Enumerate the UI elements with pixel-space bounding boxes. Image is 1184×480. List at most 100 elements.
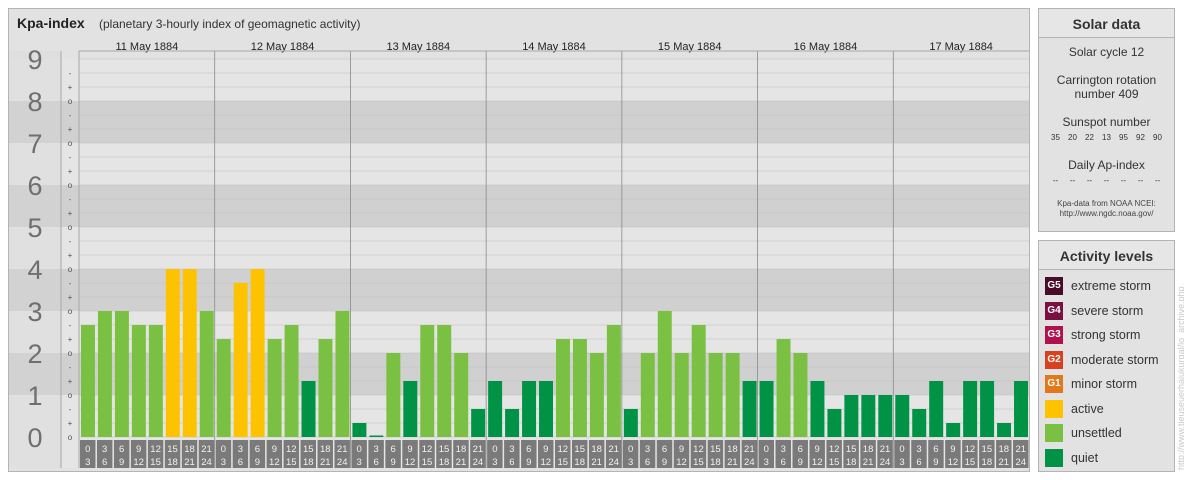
kp-bar	[725, 353, 740, 437]
interval-start-label: 18	[863, 444, 874, 455]
interval-end-label: 15	[422, 457, 433, 468]
interval-start-label: 6	[390, 444, 395, 455]
ap-value: --	[1086, 176, 1093, 185]
kp-bar	[81, 324, 95, 437]
activity-levels-title: Activity levels	[1039, 241, 1174, 270]
interval-start-label: 18	[999, 444, 1010, 455]
kp-bar	[623, 408, 638, 437]
kp-bar	[589, 353, 604, 437]
y-sub-label: +	[68, 419, 73, 428]
interval-end-label: 24	[1015, 457, 1026, 468]
y-sub-label: -	[69, 195, 72, 204]
kp-bar	[844, 395, 859, 437]
y-sub-label: -	[69, 69, 72, 78]
interval-end-label: 18	[710, 457, 721, 468]
legend-label: moderate storm	[1071, 352, 1159, 367]
y-tick-label: 0	[27, 423, 42, 453]
kp-bar	[505, 408, 520, 437]
daily-ap-title: Daily Ap-index	[1068, 158, 1145, 172]
legend-item-severe-storm: G4 severe storm	[1045, 301, 1143, 321]
data-source-url[interactable]: http://www.ngdc.noaa.gov/	[1039, 209, 1174, 219]
interval-start-label: 15	[574, 444, 585, 455]
kp-bar	[335, 311, 350, 437]
ap-value: --	[1069, 176, 1076, 185]
interval-end-label: 18	[439, 457, 450, 468]
interval-start-label: 18	[320, 444, 331, 455]
kp-bar	[131, 324, 146, 437]
kp-bar	[386, 353, 401, 437]
interval-end-label: 6	[509, 457, 514, 468]
kp-bar	[267, 339, 282, 437]
interval-start-label: 12	[422, 444, 433, 455]
kp-bar	[233, 282, 248, 437]
y-tick-label: 6	[27, 171, 42, 201]
data-source-label: Kpa-data from NOAA NCEI:	[1057, 199, 1156, 208]
y-sub-label: -	[69, 237, 72, 246]
interval-end-label: 12	[676, 457, 687, 468]
kp-bar	[437, 324, 452, 437]
interval-start-label: 12	[829, 444, 840, 455]
legend-item-active: active	[1045, 399, 1104, 419]
y-sub-label: o	[68, 223, 73, 232]
interval-end-label: 6	[373, 457, 378, 468]
kp-bar	[471, 408, 486, 437]
interval-start-label: 0	[628, 444, 633, 455]
interval-end-label: 24	[201, 457, 212, 468]
legend-label: active	[1071, 401, 1104, 416]
interval-start-label: 6	[526, 444, 531, 455]
kp-bar	[963, 381, 978, 437]
ap-value: --	[1103, 176, 1110, 185]
y-tick-label: 4	[27, 255, 42, 285]
sunspot-value: 92	[1136, 133, 1145, 142]
kp-bar	[403, 381, 418, 437]
kp-bar	[810, 381, 825, 437]
interval-start-label: 3	[373, 444, 378, 455]
carrington-rotation-label: Carrington rotation	[1056, 73, 1157, 87]
y-sub-label: -	[69, 279, 72, 288]
interval-end-label: 6	[781, 457, 786, 468]
kp-bar	[997, 423, 1012, 437]
interval-start-label: 9	[815, 444, 820, 455]
interval-start-label: 18	[591, 444, 602, 455]
interval-start-label: 3	[238, 444, 243, 455]
interval-end-label: 3	[492, 457, 497, 468]
legend-swatch: G2	[1045, 350, 1063, 369]
interval-end-label: 3	[628, 457, 633, 468]
interval-start-label: 9	[950, 444, 955, 455]
kp-bar	[946, 423, 961, 437]
legend-item-quiet: quiet	[1045, 448, 1098, 468]
kpa-chart-panel: Kpa-index (planetary 3-hourly index of g…	[8, 8, 1030, 472]
interval-end-label: 6	[916, 457, 921, 468]
y-sub-label: +	[68, 125, 73, 134]
kp-bar	[691, 324, 706, 437]
legend-label: extreme storm	[1071, 279, 1151, 293]
interval-start-label: 6	[798, 444, 803, 455]
y-sub-label: -	[69, 363, 72, 372]
interval-end-label: 21	[591, 457, 602, 468]
interval-start-label: 21	[473, 444, 484, 455]
interval-end-label: 6	[102, 457, 107, 468]
interval-end-label: 24	[473, 457, 484, 468]
interval-start-label: 21	[337, 444, 348, 455]
interval-start-label: 12	[557, 444, 568, 455]
y-sub-label: +	[68, 335, 73, 344]
interval-end-label: 15	[286, 457, 297, 468]
kp-bar	[216, 339, 231, 437]
kp-band	[9, 185, 1029, 227]
interval-start-label: 15	[303, 444, 314, 455]
interval-start-label: 18	[456, 444, 467, 455]
kp-bar	[861, 395, 876, 437]
interval-start-label: 0	[85, 444, 90, 455]
kp-bar	[674, 353, 689, 437]
solar-cycle: Solar cycle 12	[1068, 45, 1145, 59]
legend-label: strong storm	[1071, 328, 1141, 342]
kp-band	[9, 227, 1029, 269]
y-sub-label: +	[68, 167, 73, 176]
kp-bar	[284, 324, 299, 437]
kp-bar	[827, 408, 842, 437]
y-tick-label: 5	[27, 213, 42, 243]
kp-band	[9, 143, 1029, 185]
interval-start-label: 12	[965, 444, 976, 455]
y-sub-label: o	[68, 307, 73, 316]
interval-end-label: 21	[863, 457, 874, 468]
